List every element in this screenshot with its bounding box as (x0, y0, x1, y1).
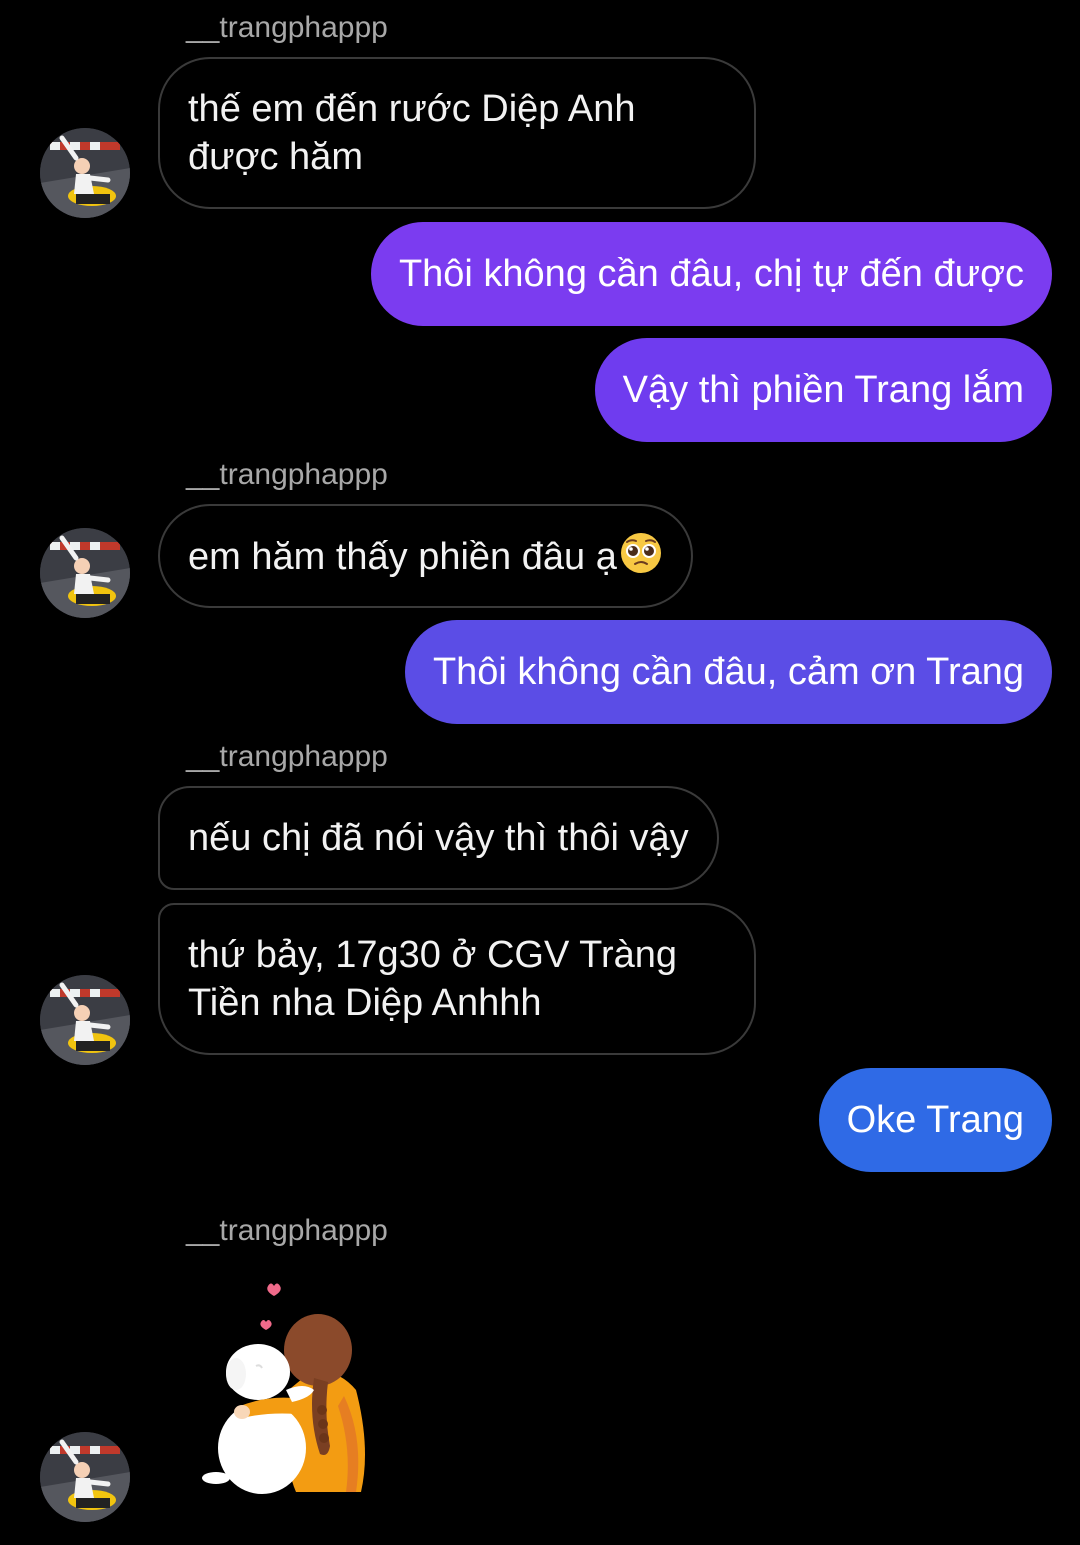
profile-avatar-icon (40, 128, 130, 218)
profile-avatar-icon (40, 1432, 130, 1522)
profile-avatar-icon (40, 528, 130, 618)
girl-hugging-dog-sticker-icon (202, 1283, 365, 1494)
incoming-message[interactable]: em hăm thấy phiền đâu ạ (158, 504, 693, 608)
message-text-line: em hăm thấy phiền đâu ạ (188, 531, 663, 581)
message-text: Oke Trang (846, 1099, 1024, 1141)
sticker-message[interactable] (196, 1278, 376, 1504)
incoming-message[interactable]: nếu chị đã nói vậy thì thôi vậy (158, 786, 719, 890)
message-text: Thôi không cần đâu, cảm ơn Trang (432, 651, 1024, 693)
message-text: Thôi không cần đâu, chị tự đến được (398, 253, 1024, 295)
profile-avatar-icon (40, 975, 130, 1065)
sender-avatar[interactable] (40, 128, 130, 218)
outgoing-message[interactable]: Thôi không cần đâu, chị tự đến được (370, 222, 1052, 326)
message-text: Vậy thì phiền Trang lắm (622, 369, 1024, 411)
sender-avatar[interactable] (40, 975, 130, 1065)
sender-name[interactable]: __trangphappp (186, 1213, 388, 1249)
sender-name[interactable]: __trangphappp (186, 10, 388, 46)
message-text-line: thứ bảy, 17g30 ở CGV Tràng (188, 934, 678, 976)
outgoing-message[interactable]: Oke Trang (818, 1068, 1052, 1172)
outgoing-message[interactable]: Thôi không cần đâu, cảm ơn Trang (404, 620, 1052, 724)
sender-name[interactable]: __trangphappp (186, 739, 388, 775)
pleading-face-icon (620, 533, 661, 573)
message-text-line: thế em đến rước Diệp Anh (188, 88, 636, 130)
incoming-message[interactable]: thế em đến rước Diệp Anh được hăm (158, 57, 756, 209)
message-text-line: Tiền nha Diệp Anhhh (188, 982, 542, 1024)
message-text: nếu chị đã nói vậy thì thôi vậy (188, 817, 689, 859)
message-text-line: được hăm (188, 136, 363, 178)
sender-name[interactable]: __trangphappp (186, 457, 388, 493)
message-text: em hăm thấy phiền đâu ạ (188, 536, 617, 578)
incoming-message[interactable]: thứ bảy, 17g30 ở CGV Tràng Tiền nha Diệp… (158, 903, 756, 1055)
outgoing-message[interactable]: Vậy thì phiền Trang lắm (594, 338, 1052, 442)
sender-avatar[interactable] (40, 528, 130, 618)
sender-avatar[interactable] (40, 1432, 130, 1522)
